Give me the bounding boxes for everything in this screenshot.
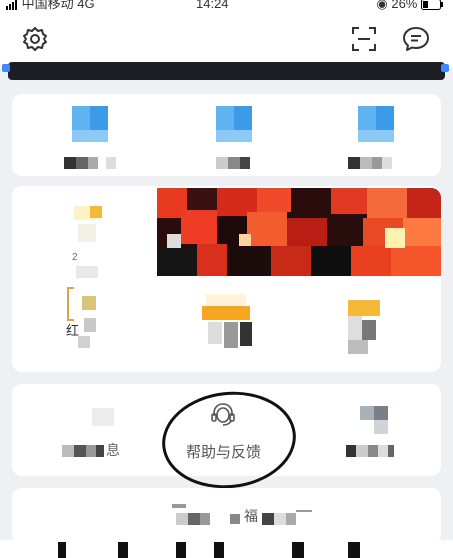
pixelated-app-icon[interactable] xyxy=(72,106,108,142)
banner-strip xyxy=(2,62,449,80)
status-right: ◉ 26% xyxy=(376,0,443,11)
pixelated-label xyxy=(216,156,250,169)
row5-text: 福 xyxy=(244,508,258,524)
bottom-cutoff xyxy=(0,540,453,558)
pixelated-label xyxy=(62,444,104,457)
card-row-5: 福 xyxy=(12,488,441,544)
card-row-1 xyxy=(12,94,441,176)
pixelated-banner[interactable] xyxy=(157,188,441,276)
signal-icon xyxy=(6,0,17,10)
pixelated-label xyxy=(262,512,296,525)
network-type: 4G xyxy=(77,0,95,11)
battery-icon xyxy=(421,0,443,11)
pixelated-label xyxy=(176,512,210,525)
battery-percent: 26% xyxy=(391,0,418,11)
gear-icon[interactable] xyxy=(20,24,50,54)
chat-bubble-icon[interactable] xyxy=(401,24,431,54)
clock: 14:24 xyxy=(196,0,229,11)
top-bar xyxy=(0,14,453,68)
status-left: 中国移动 4G xyxy=(6,0,95,10)
location-icon: ◉ xyxy=(376,0,388,11)
pixelated-label xyxy=(64,156,116,169)
pixelated-app-icon[interactable] xyxy=(358,106,394,142)
row2-left-text: 2 xyxy=(72,252,78,263)
status-bar: 中国移动 4G 14:24 ◉ 26% xyxy=(0,0,453,14)
pixelated-app-icon[interactable] xyxy=(216,106,252,142)
scan-icon[interactable] xyxy=(349,24,379,54)
row4-left-text: 息 xyxy=(106,442,120,458)
pixelated-label xyxy=(346,444,394,457)
carrier-name: 中国移动 xyxy=(21,0,74,11)
pixelated-label xyxy=(348,156,392,169)
